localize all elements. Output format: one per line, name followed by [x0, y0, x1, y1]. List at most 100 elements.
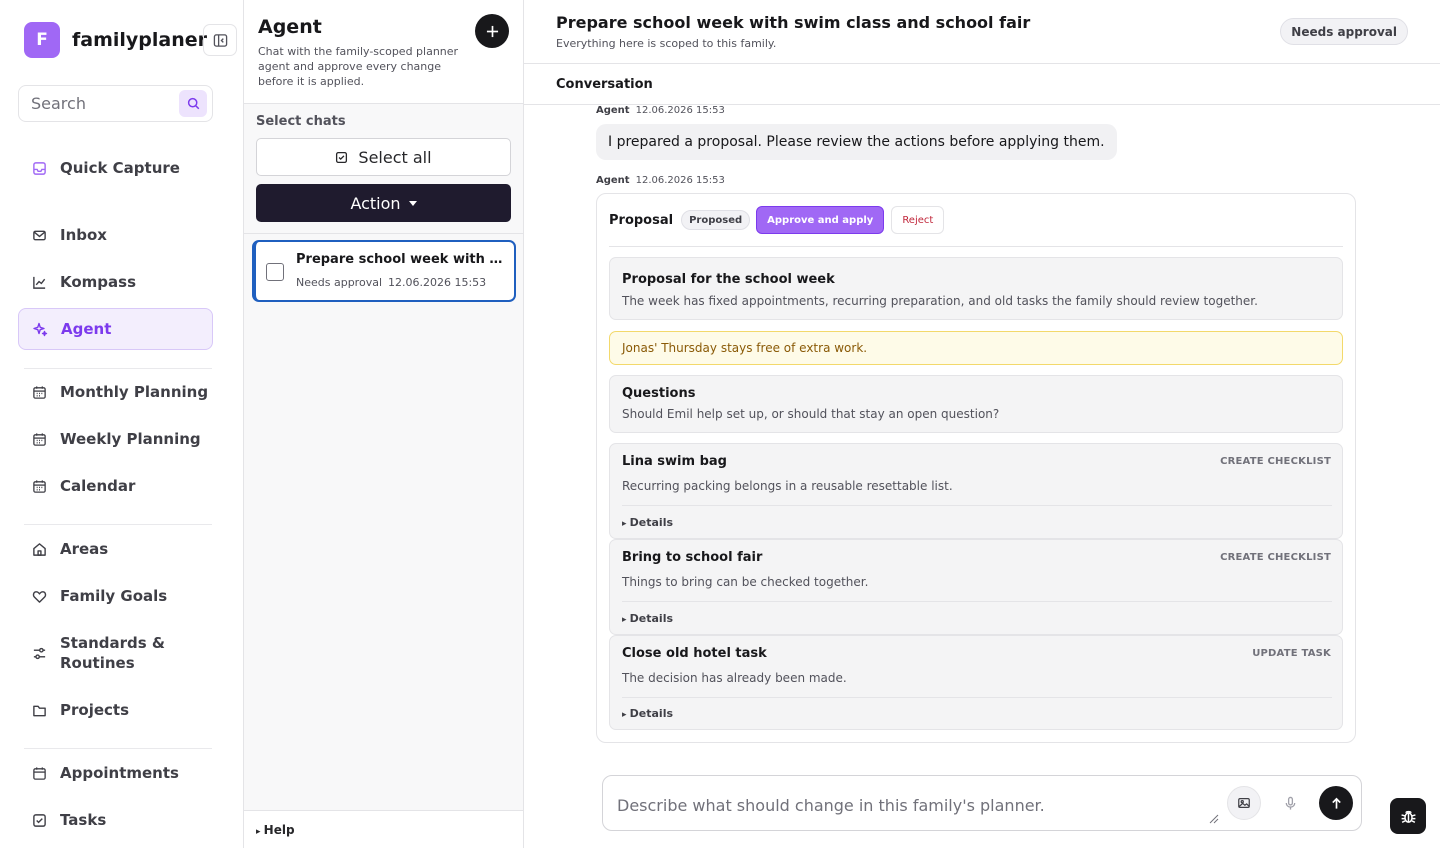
- nav-label: Calendar: [60, 477, 136, 495]
- collapse-sidebar-button[interactable]: [203, 24, 237, 56]
- calendar-icon: [31, 478, 47, 494]
- conversation-view: Prepare school week with swim class and …: [524, 0, 1440, 848]
- proposal-status-badge: Proposed: [681, 210, 751, 230]
- action-details-toggle[interactable]: Details: [622, 612, 673, 625]
- conversation-label: Conversation: [556, 77, 653, 92]
- action-description: Recurring packing belongs in a reusable …: [622, 479, 953, 493]
- nav-item-appointments[interactable]: Appointments: [18, 752, 213, 794]
- nav-label: Monthly Planning: [60, 383, 209, 401]
- nav-label: Family Goals: [60, 587, 168, 605]
- nav-divider: [24, 748, 212, 749]
- proposal-action: Lina swim bag CREATE CHECKLIST Recurring…: [609, 443, 1343, 539]
- action-kind-label: CREATE CHECKLIST: [1220, 456, 1331, 467]
- action-divider: [622, 505, 1332, 506]
- nav-item-standards-routines[interactable]: Standards & Routines: [18, 625, 213, 681]
- nav-item-areas[interactable]: Areas: [18, 528, 213, 570]
- debug-button[interactable]: [1390, 798, 1426, 834]
- summary-text: The week has fixed appointments, recurri…: [622, 294, 1258, 308]
- nav-item-quick-capture[interactable]: Quick Capture: [18, 147, 213, 189]
- approve-and-apply-button[interactable]: Approve and apply: [756, 206, 885, 234]
- nav-label: Quick Capture: [60, 159, 180, 177]
- nav-label: Kompass: [60, 273, 137, 291]
- message-time: 12.06.2026 15:53: [635, 175, 725, 186]
- chat-item-meta: Needs approval 12.06.2026 15:53: [296, 276, 492, 289]
- message-bubble: I prepared a proposal. Please review the…: [596, 124, 1117, 160]
- arrow-up-icon: [1331, 797, 1341, 809]
- action-label: Action: [350, 193, 401, 213]
- nav-item-tasks[interactable]: Tasks: [18, 799, 213, 841]
- message-meta: Agent 12.06.2026 15:53: [596, 175, 725, 186]
- sparkles-icon: [32, 321, 48, 337]
- action-title: Lina swim bag: [622, 454, 727, 469]
- sidebar-toggle-icon: [213, 33, 227, 47]
- action-details-toggle[interactable]: Details: [622, 707, 673, 720]
- action-description: The decision has already been made.: [622, 671, 847, 685]
- proposal-header: Proposal Proposed Approve and apply Reje…: [609, 206, 945, 234]
- chat-list-item[interactable]: Prepare school week with swim class and …: [252, 240, 516, 302]
- nav-item-calendar[interactable]: Calendar: [18, 465, 213, 507]
- sliders-icon: [31, 645, 47, 661]
- nav-label: Inbox: [60, 226, 107, 244]
- chart-line-icon: [31, 274, 47, 290]
- checkbox-icon: [335, 151, 348, 164]
- message-time: 12.06.2026 15:53: [635, 105, 725, 116]
- reject-button[interactable]: Reject: [891, 206, 945, 234]
- mail-icon: [31, 227, 47, 243]
- nav-item-monthly-planning[interactable]: Monthly Planning: [18, 371, 213, 413]
- brand[interactable]: F familyplaner: [24, 22, 207, 58]
- search-input[interactable]: [19, 94, 169, 113]
- chat-list-panel: Agent Chat with the family-scoped planne…: [244, 0, 524, 848]
- inbox-tray-icon: [31, 160, 47, 176]
- nav-item-kompass[interactable]: Kompass: [18, 261, 213, 303]
- heart-icon: [31, 588, 47, 604]
- proposal-questions: Questions Should Emil help set up, or sh…: [609, 375, 1343, 433]
- new-chat-button[interactable]: [475, 14, 509, 48]
- plus-icon: [486, 25, 498, 37]
- send-button[interactable]: [1319, 786, 1353, 820]
- action-kind-label: CREATE CHECKLIST: [1220, 552, 1331, 563]
- select-all-label: Select all: [358, 147, 432, 167]
- image-icon: [1238, 798, 1250, 808]
- nav-divider: [24, 524, 212, 525]
- brand-name: familyplaner: [72, 29, 208, 51]
- message-composer: [602, 775, 1362, 831]
- nav-item-projects[interactable]: Projects: [18, 689, 213, 731]
- message-input[interactable]: [617, 796, 1207, 815]
- nav-label: Agent: [61, 320, 112, 338]
- action-divider: [622, 601, 1332, 602]
- select-all-button[interactable]: Select all: [256, 138, 511, 176]
- chat-list-description: Chat with the family-scoped planner agen…: [258, 45, 459, 88]
- help-toggle[interactable]: Help: [256, 823, 295, 837]
- message-meta: Agent 12.06.2026 15:53: [596, 105, 725, 116]
- page-title: Prepare school week with swim class and …: [556, 13, 1031, 32]
- nav-label: Projects: [60, 701, 130, 719]
- nav-item-agent[interactable]: Agent: [18, 308, 213, 350]
- nav-item-weekly-planning[interactable]: Weekly Planning: [18, 418, 213, 460]
- search-icon: [187, 97, 199, 110]
- attach-image-button[interactable]: [1227, 786, 1261, 820]
- calendar-icon: [31, 384, 47, 400]
- nav-label: Weekly Planning: [60, 430, 201, 448]
- nav-item-inbox[interactable]: Inbox: [18, 214, 213, 256]
- search-button[interactable]: [179, 90, 207, 117]
- nav-divider: [24, 368, 212, 369]
- action-details-toggle[interactable]: Details: [622, 516, 673, 529]
- chat-select-checkbox[interactable]: [266, 263, 284, 281]
- page-subtitle: Everything here is scoped to this family…: [556, 37, 777, 50]
- microphone-icon: [1285, 796, 1295, 810]
- nav-label-line: Standards &: [60, 634, 165, 652]
- resize-handle-icon[interactable]: [1207, 812, 1219, 824]
- proposal-action: Close old hotel task UPDATE TASK The dec…: [609, 635, 1343, 730]
- proposal-divider: [609, 246, 1343, 247]
- message-author: Agent: [596, 175, 630, 186]
- conversation-header: Prepare school week with swim class and …: [524, 0, 1440, 64]
- nav-item-family-goals[interactable]: Family Goals: [18, 575, 213, 617]
- nav-label: Appointments: [60, 764, 179, 782]
- voice-input-button[interactable]: [1273, 786, 1307, 820]
- select-chats-label: Select chats: [256, 114, 346, 129]
- action-title: Bring to school fair: [622, 550, 763, 565]
- action-dropdown-button[interactable]: Action: [256, 184, 511, 222]
- chevron-down-icon: [408, 200, 417, 206]
- chat-item-status: Needs approval: [296, 276, 382, 289]
- questions-title: Questions: [622, 386, 696, 401]
